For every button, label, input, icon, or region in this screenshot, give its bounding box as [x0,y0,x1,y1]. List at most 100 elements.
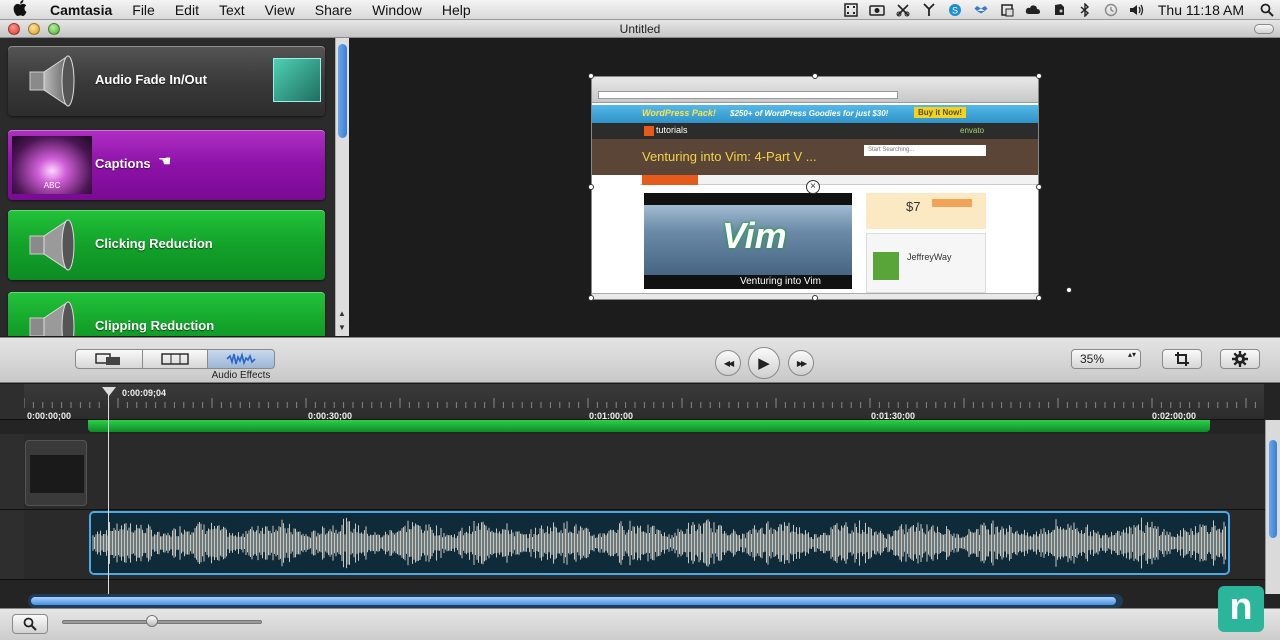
effect-audio-fade[interactable]: Audio Fade In/Out [8,46,325,116]
resize-handle[interactable] [588,295,594,301]
callout-close-icon[interactable]: × [806,180,820,194]
media-clip-icon [95,353,120,365]
envato-logo: envato [960,126,985,135]
resize-handle[interactable] [1036,73,1042,79]
window-title: Untitled [619,22,661,36]
spotlight-search-icon[interactable] [1254,0,1280,20]
timeline-zoom-button[interactable] [12,614,48,634]
cloud-icon[interactable] [1020,0,1046,20]
article-headline: Venturing into Vim: 4-Part V ... [642,149,817,164]
menu-file[interactable]: File [122,0,165,20]
menu-window[interactable]: Window [362,0,432,20]
timeline-vertical-scrollbar[interactable] [1265,420,1280,594]
playhead-line[interactable] [108,392,109,594]
scrollbar-thumb[interactable] [1269,440,1277,538]
video-clip-thumbnail [30,455,84,493]
time-machine-icon[interactable] [1098,0,1124,20]
menu-camtasia[interactable]: Camtasia [40,0,122,20]
fast-forward-button[interactable]: ▶▶ [788,350,814,376]
timeline-ruler[interactable]: 0:00:00;00 0:00:30;00 0:01:00;00 0:01:30… [24,384,1264,421]
video-track [24,434,1265,510]
zoom-value: 35% [1080,352,1105,366]
antenna-icon[interactable] [916,0,942,20]
buy-button [932,199,972,207]
zoom-select[interactable]: 35% ▴▾ [1071,349,1141,369]
speaker-icon [12,298,92,336]
hand-cursor-icon: ☚ [158,153,172,170]
crop-icon[interactable] [994,0,1020,20]
timeline-bottom-bar [0,608,1280,640]
effect-label: Captions [95,156,151,171]
ad-banner: WordPress Pack! $250+ of WordPress Goodi… [592,105,1038,123]
scroll-down-arrow-icon[interactable]: ▼ [338,323,346,332]
playhead-marker-icon[interactable] [102,387,116,396]
dropbox-icon[interactable] [968,0,994,20]
price-label: $7 [906,199,921,214]
effects-scrollbar[interactable]: ▲ ▼ [335,38,349,336]
zoom-slider-knob[interactable] [146,615,158,627]
toolbar-toggle-button[interactable] [1254,24,1274,34]
magnifier-icon [23,617,37,631]
evernote-icon[interactable] [1046,0,1072,20]
scissors-icon[interactable] [890,0,916,20]
effect-captions[interactable]: ABC Captions ☚ [8,130,325,200]
play-button[interactable]: ▶ [748,347,780,379]
site-header: tutorials envato [592,123,1038,139]
menu-text[interactable]: Text [209,0,255,20]
menu-bar: Camtasia File Edit Text View Share Windo… [0,0,1280,20]
apple-menu-icon[interactable] [0,0,40,20]
rotate-handle[interactable] [1066,287,1072,293]
svg-text:S: S [952,5,958,15]
resize-handle[interactable] [1036,184,1042,190]
audio-waveform [92,517,1226,569]
audio-effect-bar[interactable] [88,420,1210,432]
skype-icon[interactable]: S [942,0,968,20]
timeline-horizontal-scrollbar[interactable] [28,594,1123,608]
author-box: JeffreyWay [866,233,986,293]
filmstrip-icon[interactable] [838,0,864,20]
tab-media[interactable] [75,349,143,369]
menu-help[interactable]: Help [432,0,481,20]
window-title-bar: Untitled [0,20,1280,38]
hero-bottom-strip: Venturing into Vim [644,275,852,289]
fast-forward-icon: ▶▶ [796,358,807,368]
menu-share[interactable]: Share [305,0,362,20]
menu-edit[interactable]: Edit [165,0,209,20]
crop-button[interactable] [1162,349,1202,369]
editor-toolbar: Audio Effects ◀◀ ▶ ▶▶ 35% ▴▾ [0,337,1280,383]
crop-icon [1175,352,1189,366]
timeline-zoom-slider[interactable] [62,620,262,624]
mode-label: Audio Effects [211,370,271,381]
track-head-audio [0,510,24,580]
hero-image: Vim Venturing into Vim [644,193,852,289]
volume-icon[interactable] [1124,0,1150,20]
audio-clip[interactable] [89,511,1230,575]
effect-clipping-reduction[interactable]: Clipping Reduction [8,292,325,336]
resize-handle[interactable] [588,184,594,190]
menu-view[interactable]: View [255,0,305,20]
settings-button[interactable] [1220,349,1260,369]
banner-text: $250+ of WordPress Goodies for just $30! [730,109,889,118]
rewind-button[interactable]: ◀◀ [715,350,741,376]
scrollbar-thumb[interactable] [31,597,1116,605]
resize-handle[interactable] [588,73,594,79]
scrollbar-thumb[interactable] [338,44,347,138]
captions-thumb-text: ABC [43,181,61,190]
menubar-clock[interactable]: Thu 11:18 AM [1150,2,1254,18]
brand-logo: n [1218,586,1264,632]
bluetooth-icon[interactable] [1072,0,1098,20]
camera-icon[interactable] [864,0,890,20]
resize-handle[interactable] [812,295,818,301]
browser-chrome [592,77,1038,103]
video-clip[interactable] [25,440,87,506]
fade-preview-swatch [273,58,321,102]
effect-clicking-reduction[interactable]: Clicking Reduction [8,210,325,280]
resize-handle[interactable] [1036,295,1042,301]
site-logo: tutorials [656,125,688,135]
tab-audio-effects[interactable] [207,349,275,369]
scroll-up-arrow-icon[interactable]: ▲ [338,309,346,318]
tab-canvas[interactable] [142,349,208,369]
ruler-head [0,384,24,420]
resize-handle[interactable] [812,73,818,79]
browser-url-bar [598,91,898,99]
